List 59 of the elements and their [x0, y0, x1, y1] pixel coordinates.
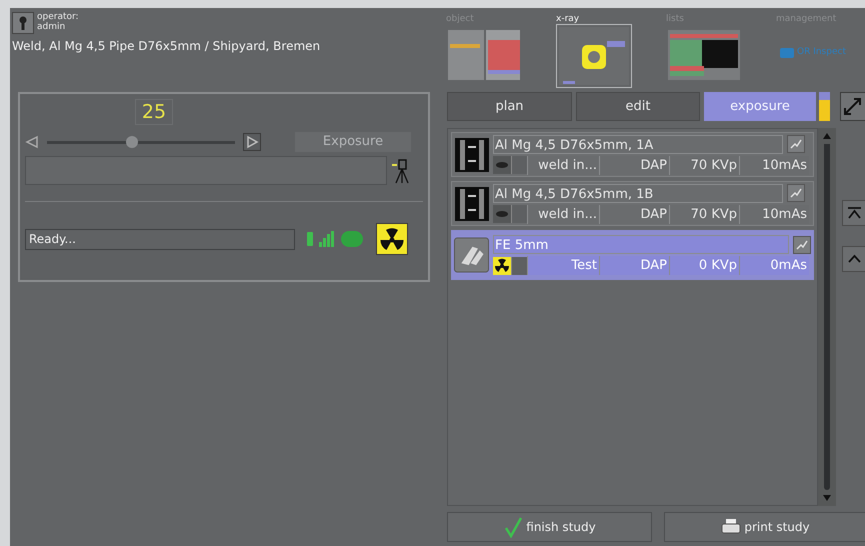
scroll-thumb[interactable]	[824, 144, 830, 490]
move-up-icon[interactable]	[842, 246, 865, 272]
fullscreen-icon[interactable]	[840, 92, 865, 121]
xray-thumbnail	[455, 138, 489, 172]
table-cell: 10mAs	[739, 204, 809, 224]
screen-thumbnail[interactable]	[556, 24, 632, 88]
status-field: Ready...	[25, 228, 295, 250]
tab[interactable]: edit	[576, 92, 700, 121]
exposure-row[interactable]: FE 5mm Test DAP 0 KVp 0mAs	[451, 230, 814, 280]
blank-cell	[511, 156, 527, 174]
blank-cell	[511, 256, 527, 274]
eye-icon	[493, 205, 511, 223]
key-icon	[12, 12, 34, 34]
table-cell: 0 KVp	[669, 256, 739, 275]
blank-cell	[511, 205, 527, 223]
exposure-title: Al Mg 4,5 D76x5mm, 1B	[493, 184, 783, 202]
table-cell: DAP	[599, 204, 669, 224]
action-button[interactable]: finish study	[447, 512, 652, 542]
increase-icon[interactable]	[243, 133, 261, 151]
operator-label: operator:	[37, 12, 79, 22]
table-cell: Test	[527, 256, 599, 275]
table-cell: weld in...	[527, 156, 599, 174]
table-cell: 0mAs	[739, 256, 809, 275]
table-cell: DAP	[599, 156, 669, 174]
status-led-icon	[341, 231, 363, 247]
table-cell: DAP	[599, 256, 669, 275]
edit-icon[interactable]	[787, 135, 805, 153]
table-cell: 70 KVp	[669, 156, 739, 174]
eye-icon	[493, 156, 511, 174]
exposure-value: 25	[134, 99, 174, 125]
checkmark-icon	[503, 516, 524, 538]
edit-icon[interactable]	[793, 236, 811, 254]
table-cell: weld in...	[527, 204, 599, 224]
action-button[interactable]: print study	[664, 512, 865, 542]
decrease-icon[interactable]	[25, 135, 39, 149]
pipe-object-icon	[454, 236, 489, 274]
tab[interactable]: exposure	[704, 92, 816, 121]
exposure-title: Al Mg 4,5 D76x5mm, 1A	[493, 134, 783, 154]
edit-icon[interactable]	[787, 184, 805, 202]
slider-thumb[interactable]	[126, 136, 138, 148]
table-cell: 70 KVp	[669, 204, 739, 224]
exposure-row[interactable]: Al Mg 4,5 D76x5mm, 1B weld in... DAP 70 KVp 10mAs	[451, 181, 814, 226]
tab[interactable]: plan	[447, 92, 572, 121]
printer-icon	[721, 518, 742, 536]
operator-name: admin	[37, 22, 66, 32]
radiation-icon	[493, 256, 511, 274]
radiation-button[interactable]	[376, 223, 408, 255]
scrollbar[interactable]	[818, 128, 836, 506]
study-title: Weld, Al Mg 4,5 Pipe D76x5mm / Shipyard, Bremen	[12, 38, 322, 55]
battery-icon	[307, 232, 313, 246]
exposure-row[interactable]: Al Mg 4,5 D76x5mm, 1A weld in... DAP 70 KVp 10mAs	[451, 132, 814, 177]
table-cell: 10mAs	[739, 156, 809, 174]
camera-tripod-icon[interactable]	[391, 156, 411, 184]
signal-icon	[319, 231, 334, 247]
nav-label: x-ray	[556, 14, 580, 24]
move-to-top-icon[interactable]	[842, 200, 865, 226]
logo: OR Inspect	[780, 46, 846, 60]
xray-thumbnail	[455, 186, 489, 220]
exposure-title: FE 5mm	[493, 235, 789, 254]
